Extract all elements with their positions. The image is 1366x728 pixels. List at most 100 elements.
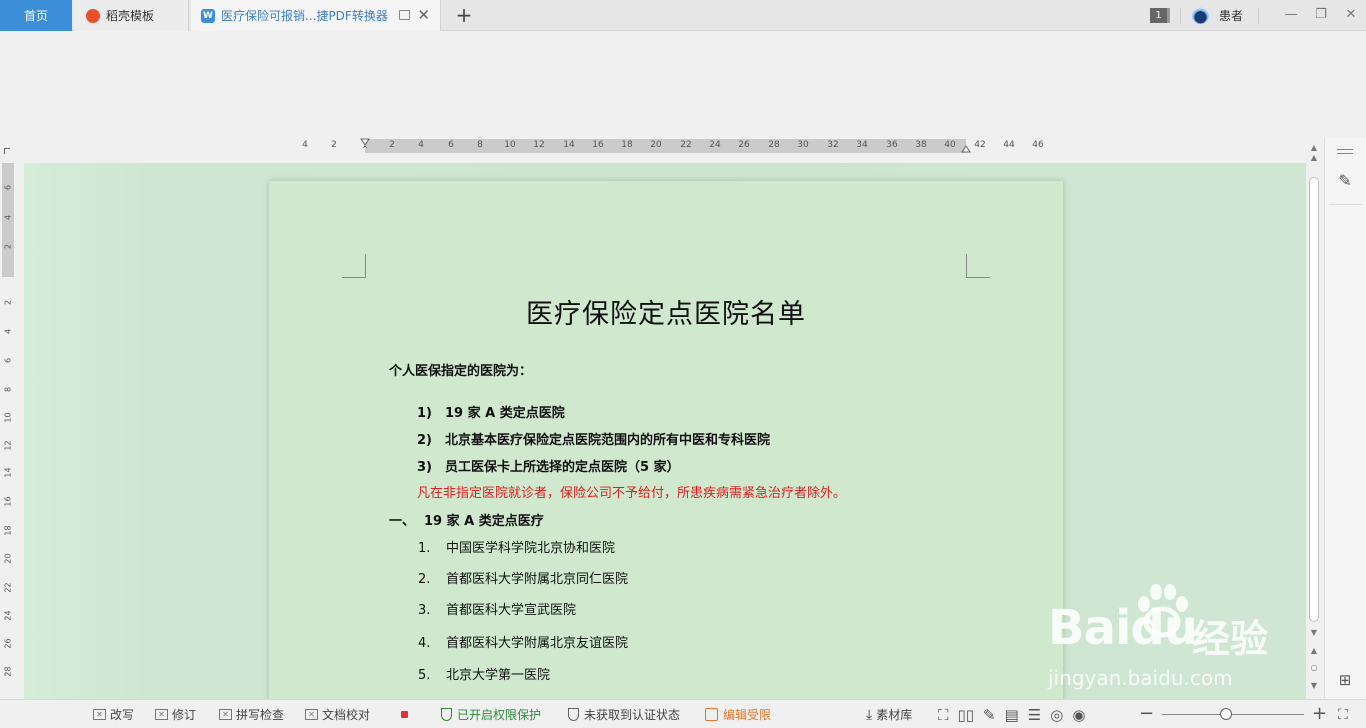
warning-note: 凡在非指定医院就诊者，保险公司不予给付，所患疾病需紧急治疗者除外。	[417, 486, 847, 501]
web-view-icon[interactable]: ◎	[1050, 706, 1063, 724]
close-tab-icon[interactable]: ✕	[417, 7, 430, 23]
permission-status[interactable]: 已开启权限保护	[441, 700, 541, 728]
ribbon-area	[0, 31, 1366, 137]
prev-page-icon[interactable]: ▲	[1306, 646, 1322, 655]
divider	[1258, 8, 1259, 24]
ruler-tick: 20	[3, 553, 13, 564]
zoom-out-button[interactable]: −	[1139, 704, 1154, 724]
proofread-label: 文档校对	[322, 708, 371, 722]
hospital-name: 中国医学科学院北京协和医院	[446, 541, 616, 556]
fullscreen-icon[interactable]: ⛶	[938, 706, 949, 724]
ruler-tick: 2	[331, 140, 337, 150]
eye-protect-icon[interactable]: ◉	[1072, 706, 1085, 724]
restore-icon[interactable]: ❐	[1311, 6, 1331, 24]
list-item: 3) 员工医保卡上所选择的定点医院（5 家）	[417, 456, 680, 475]
document-title: 医疗保险定点医院名单	[526, 299, 806, 330]
tab-document[interactable]: W 医疗保险可报销...捷PDF转换器 ✕	[191, 0, 441, 31]
tab-home[interactable]: 首页	[0, 0, 72, 31]
view-mode-icons: ⛶ ▯▯ ✎ ▤ ☰ ◎ ◉	[938, 700, 1085, 728]
margin-corner-mark	[342, 254, 366, 278]
ruler-tick: 2	[3, 243, 13, 250]
shield-icon	[441, 708, 452, 721]
zoom-slider[interactable]	[1162, 714, 1304, 715]
cert-status[interactable]: 未获取到认证状态	[568, 700, 680, 728]
zoom-slider-thumb[interactable]	[1219, 708, 1232, 720]
tab-document-label: 医疗保险可报销...捷PDF转换器	[221, 9, 388, 23]
zoom-in-button[interactable]: +	[1312, 704, 1327, 724]
ruler-tick: 34	[856, 140, 868, 150]
writer-doc-icon: W	[201, 8, 215, 23]
rewrite-toggle[interactable]: ✕ 改写	[93, 700, 134, 728]
outline-view-icon[interactable]: ☰	[1028, 706, 1041, 724]
list-number: 1.	[418, 541, 431, 556]
ruler-tick: 14	[563, 140, 575, 150]
user-account[interactable]: 患者	[1192, 0, 1243, 31]
fit-page-icon[interactable]: ⛶	[1338, 705, 1348, 725]
float-window-icon[interactable]	[399, 10, 410, 20]
indent-marker-icon[interactable]	[360, 138, 370, 148]
library-label: 素材库	[876, 708, 913, 722]
vertical-scrollbar[interactable]: ▲ ▲ ▼ ▲ ○ ▼	[1306, 137, 1322, 699]
ruler-tick: 8	[3, 386, 13, 393]
write-mode-icon[interactable]: ✎	[983, 706, 996, 724]
revise-toggle[interactable]: ✕ 修订	[155, 700, 196, 728]
ruler-tick: 24	[3, 610, 13, 621]
tab-bar: 首页 稻壳模板 W 医疗保险可报销...捷PDF转换器 ✕ + 1 患者 — ❐…	[0, 0, 1366, 31]
list-number: 2)	[417, 433, 432, 448]
list-number: 5.	[418, 668, 431, 683]
ruler-tick: 10	[504, 140, 516, 150]
library-button[interactable]: ⤓ 素材库	[866, 700, 912, 728]
section-title: 19 家 A 类定点医疗	[424, 514, 544, 529]
ruler-tick: 4	[3, 214, 13, 221]
edit-restricted-status[interactable]: 编辑受限	[705, 700, 771, 728]
scrollbar-thumb[interactable]	[1309, 177, 1319, 622]
cert-label: 未获取到认证状态	[584, 708, 681, 722]
document-canvas[interactable]: 医疗保险定点医院名单 个人医保指定的医院为： 1) 19 家 A 类定点医院 2)…	[24, 163, 1308, 699]
horizontal-ruler[interactable]: 4 2 2 4 6 8 10 12 14 16 18 20 22 24 26 28 30 32 34 36 38 40 42…	[24, 137, 1308, 161]
checkbox-icon: ✕	[155, 709, 168, 720]
select-browse-icon[interactable]: ○	[1306, 663, 1322, 672]
tab-stop-selector[interactable]	[4, 148, 10, 154]
revise-label: 修订	[172, 708, 197, 722]
list-text: 19 家 A 类定点医院	[445, 406, 565, 421]
intro-text: 个人医保指定的医院为：	[389, 364, 533, 379]
tab-templates[interactable]: 稻壳模板	[74, 0, 189, 31]
panel-menu-icon[interactable]	[1337, 149, 1353, 154]
hospital-name: 首都医科大学附属北京友谊医院	[446, 636, 629, 651]
scroll-down-icon[interactable]: ▼	[1306, 628, 1322, 637]
window-count[interactable]: 1	[1150, 0, 1170, 31]
permission-label: 已开启权限保护	[457, 708, 542, 722]
vertical-ruler[interactable]: 6 4 2 2 4 6 8 10 12 14 16 18 20 22 24 26 28	[0, 163, 16, 699]
next-page-icon[interactable]: ▼	[1306, 681, 1322, 690]
spellcheck-toggle[interactable]: ✕ 拼写检查	[219, 700, 284, 728]
list-text: 北京基本医疗保险定点医院范围内的所有中医和专科医院	[445, 433, 771, 448]
divider	[1329, 204, 1363, 205]
status-bar: ✕ 改写 ✕ 修订 ✕ 拼写检查 ✕ 文档校对 已开启权限保护 未获取到认证状态 编辑受…	[0, 699, 1366, 728]
apps-grid-icon[interactable]: ⊞	[1337, 672, 1353, 688]
proofread-toggle[interactable]: ✕ 文档校对	[305, 700, 370, 728]
right-indent-marker-icon[interactable]	[961, 145, 971, 155]
minimize-icon[interactable]: —	[1281, 6, 1301, 24]
new-tab-button[interactable]: +	[453, 3, 475, 27]
ruler-tick: 28	[768, 140, 780, 150]
hospital-name: 首都医科大学宣武医院	[446, 603, 577, 618]
document-page[interactable]: 医疗保险定点医院名单 个人医保指定的医院为： 1) 19 家 A 类定点医院 2)…	[269, 181, 1063, 699]
page-view-icon[interactable]: ▤	[1005, 706, 1019, 724]
scroll-up-icon[interactable]: ▲	[1306, 153, 1322, 162]
list-number: 2.	[418, 572, 431, 587]
edit-restricted-label: 编辑受限	[723, 708, 772, 722]
record-macro-button[interactable]	[401, 700, 408, 728]
ruler-tick: 30	[797, 140, 809, 150]
ruler-tick: 46	[1032, 140, 1044, 150]
section-heading: 一、 19 家 A 类定点医疗	[389, 510, 544, 529]
read-mode-icon[interactable]: ▯▯	[958, 706, 975, 724]
ruler-tick: 18	[621, 140, 633, 150]
record-icon	[401, 711, 408, 718]
side-panel: ✎ ⊞	[1324, 137, 1366, 699]
list-number: 3)	[417, 460, 432, 475]
scroll-up-icon[interactable]: ▲	[1306, 143, 1322, 152]
ruler-tick: 6	[3, 357, 13, 364]
ruler-tick: 4	[302, 140, 308, 150]
pen-edit-icon[interactable]: ✎	[1335, 171, 1355, 191]
close-window-icon[interactable]: ✕	[1341, 6, 1361, 24]
